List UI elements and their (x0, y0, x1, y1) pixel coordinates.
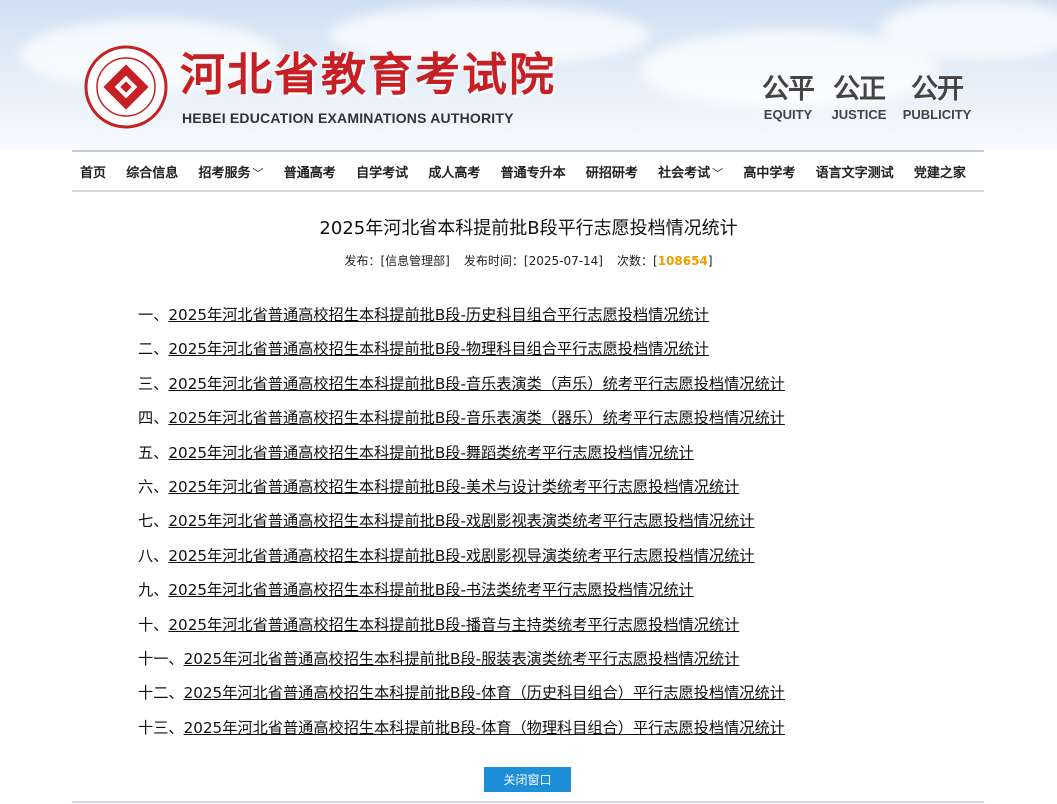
list-item: 五、2025年河北省普通高校招生本科提前批B段-舞蹈类统考平行志愿投档情况统计 (138, 443, 694, 462)
main-nav: 首页 综合信息 招考服务 ﹀ 普通高考 自学考试 成人高考 普通专升本 研招研考 … (72, 150, 984, 192)
article-title: 2025年河北省本科提前批B段平行志愿投档情况统计 (319, 218, 738, 239)
attachment-link[interactable]: 2025年河北省普通高校招生本科提前批B段-戏剧影视表演类统考平行志愿投档情况统… (168, 512, 754, 530)
attachment-link[interactable]: 2025年河北省普通高校招生本科提前批B段-历史科目组合平行志愿投档情况统计 (168, 306, 709, 324)
motto-cn: 公开 (911, 74, 964, 105)
chevron-down-icon: ﹀ (252, 166, 264, 180)
publish-date: [2025-07-14] (523, 254, 603, 268)
attachment-link[interactable]: 2025年河北省普通高校招生本科提前批B段-美术与设计类统考平行志愿投档情况统计 (168, 478, 739, 496)
motto-cn: 公平 (762, 74, 815, 105)
attachment-link-list: 一、2025年河北省普通高校招生本科提前批B段-历史科目组合平行志愿投档情况统计… (138, 300, 938, 747)
footer-divider (72, 801, 984, 803)
motto-justice: 公正 JUSTICE (828, 76, 890, 122)
nav-item-postgrad[interactable]: 研招研考 (586, 162, 638, 181)
site-subtitle: HEBEI EDUCATION EXAMINATIONS AUTHORITY (182, 110, 514, 126)
attachment-link[interactable]: 2025年河北省普通高校招生本科提前批B段-舞蹈类统考平行志愿投档情况统计 (168, 444, 693, 462)
close-window-button[interactable]: 关闭窗口 (484, 767, 571, 792)
chevron-down-icon: ﹀ (712, 166, 724, 180)
nav-item-exam-services[interactable]: 招考服务 ﹀ (199, 162, 264, 181)
nav-item-social-exam[interactable]: 社会考试 ﹀ (658, 162, 723, 181)
attachment-link[interactable]: 2025年河北省普通高校招生本科提前批B段-音乐表演类（器乐）统考平行志愿投档情… (168, 409, 785, 427)
nav-item-high-school[interactable]: 高中学考 (743, 162, 795, 181)
nav-item-adult-exam[interactable]: 成人高考 (428, 162, 480, 181)
attachment-link[interactable]: 2025年河北省普通高校招生本科提前批B段-物理科目组合平行志愿投档情况统计 (168, 340, 709, 358)
motto-publicity: 公开 PUBLICITY (900, 76, 974, 122)
nav-item-general-info[interactable]: 综合信息 (126, 162, 178, 181)
publisher-label: 发布： (344, 254, 381, 268)
view-count: 108654 (657, 254, 708, 268)
list-item: 十一、2025年河北省普通高校招生本科提前批B段-服装表演类统考平行志愿投档情况… (138, 649, 740, 668)
authority-seal-logo[interactable] (84, 45, 168, 129)
attachment-link[interactable]: 2025年河北省普通高校招生本科提前批B段-播音与主持类统考平行志愿投档情况统计 (168, 616, 739, 634)
list-item: 二、2025年河北省普通高校招生本科提前批B段-物理科目组合平行志愿投档情况统计 (138, 340, 709, 359)
nav-item-home[interactable]: 首页 (80, 162, 106, 181)
attachment-link[interactable]: 2025年河北省普通高校招生本科提前批B段-体育（历史科目组合）平行志愿投档情况… (184, 684, 785, 702)
list-item: 六、2025年河北省普通高校招生本科提前批B段-美术与设计类统考平行志愿投档情况… (138, 477, 740, 496)
views-label: 次数： (617, 254, 654, 268)
list-item: 八、2025年河北省普通高校招生本科提前批B段-戏剧影视导演类统考平行志愿投档情… (138, 546, 755, 565)
list-item: 十三、2025年河北省普通高校招生本科提前批B段-体育（物理科目组合）平行志愿投… (138, 718, 785, 737)
attachment-link[interactable]: 2025年河北省普通高校招生本科提前批B段-体育（物理科目组合）平行志愿投档情况… (184, 719, 785, 737)
attachment-link[interactable]: 2025年河北省普通高校招生本科提前批B段-书法类统考平行志愿投档情况统计 (168, 581, 693, 599)
motto-equity: 公平 EQUITY (757, 76, 819, 122)
list-item: 四、2025年河北省普通高校招生本科提前批B段-音乐表演类（器乐）统考平行志愿投… (138, 409, 785, 428)
motto-en: EQUITY (763, 107, 813, 122)
list-item: 三、2025年河北省普通高校招生本科提前批B段-音乐表演类（声乐）统考平行志愿投… (138, 374, 785, 393)
motto-cn: 公正 (833, 74, 886, 105)
list-item: 十二、2025年河北省普通高校招生本科提前批B段-体育（历史科目组合）平行志愿投… (138, 684, 785, 703)
list-item: 九、2025年河北省普通高校招生本科提前批B段-书法类统考平行志愿投档情况统计 (138, 581, 694, 600)
attachment-link[interactable]: 2025年河北省普通高校招生本科提前批B段-音乐表演类（声乐）统考平行志愿投档情… (168, 375, 785, 393)
attachment-link[interactable]: 2025年河北省普通高校招生本科提前批B段-服装表演类统考平行志愿投档情况统计 (184, 650, 740, 668)
publisher: [信息管理部] (380, 254, 450, 268)
article-meta: 发布：[信息管理部] 发布时间：[2025-07-14] 次数：[108654] (344, 254, 713, 268)
site-title: 河北省教育考试院 (180, 48, 557, 101)
date-label: 发布时间： (463, 254, 524, 268)
list-item: 一、2025年河北省普通高校招生本科提前批B段-历史科目组合平行志愿投档情况统计 (138, 306, 709, 324)
nav-item-language-test[interactable]: 语言文字测试 (816, 162, 894, 181)
motto-en: PUBLICITY (902, 107, 972, 122)
nav-item-self-study[interactable]: 自学考试 (356, 162, 408, 181)
attachment-link[interactable]: 2025年河北省普通高校招生本科提前批B段-戏剧影视导演类统考平行志愿投档情况统… (168, 547, 754, 565)
list-item: 十、2025年河北省普通高校招生本科提前批B段-播音与主持类统考平行志愿投档情况… (138, 615, 740, 634)
nav-item-upgrade[interactable]: 普通专升本 (501, 162, 566, 181)
list-item: 七、2025年河北省普通高校招生本科提前批B段-戏剧影视表演类统考平行志愿投档情… (138, 512, 755, 531)
nav-item-party-home[interactable]: 党建之家 (914, 162, 966, 181)
motto-en: JUSTICE (831, 107, 887, 122)
nav-item-gaokao[interactable]: 普通高考 (284, 162, 336, 181)
